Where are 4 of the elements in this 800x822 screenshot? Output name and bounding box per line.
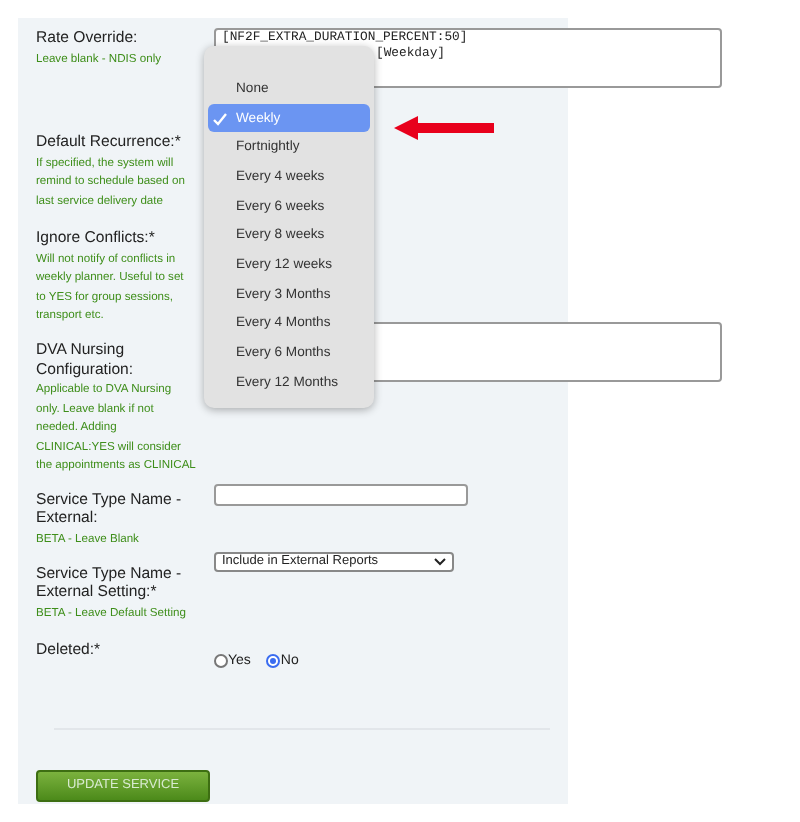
input-field[interactable] bbox=[214, 483, 468, 505]
check-icon bbox=[212, 111, 228, 126]
chevron-icon bbox=[434, 557, 446, 565]
arrow-icon bbox=[394, 116, 494, 140]
